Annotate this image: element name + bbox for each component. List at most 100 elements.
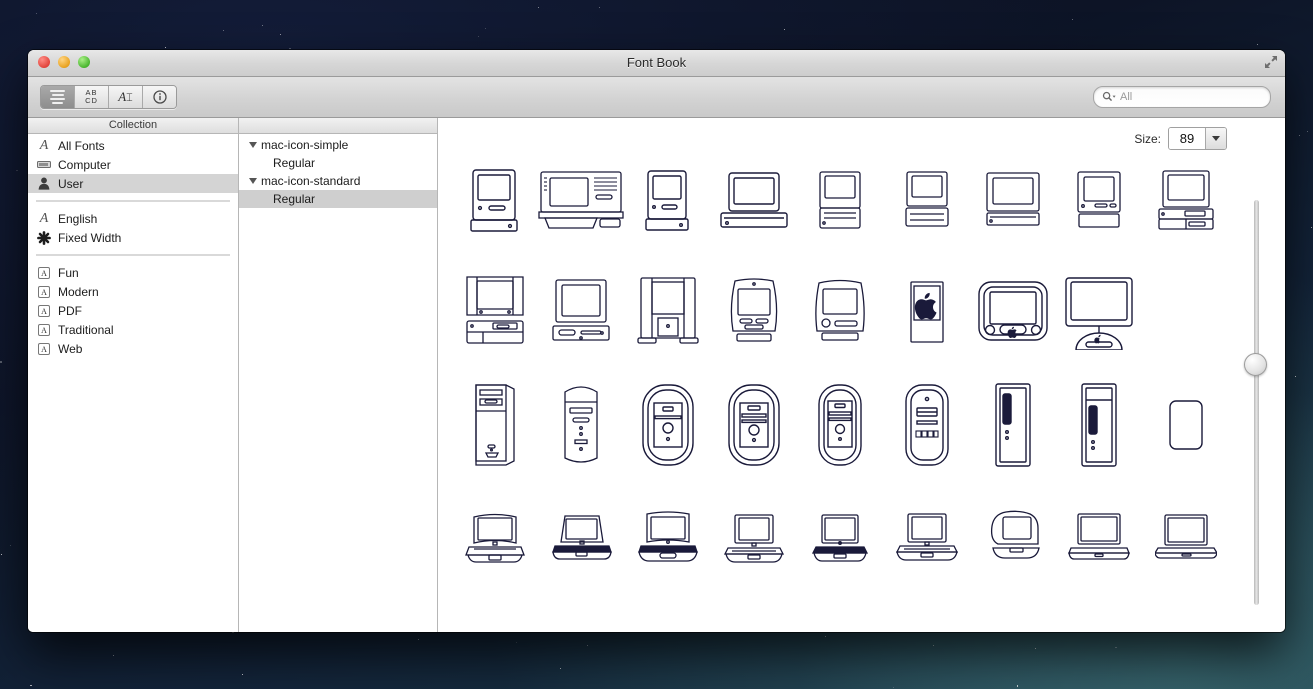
glyph-cell[interactable] [970,380,1056,470]
window-title: Font Book [626,55,687,70]
size-field[interactable]: 89 [1168,127,1227,150]
sidebar-item-label: Computer [58,157,111,172]
svg-text:A: A [41,288,47,297]
glyph-cell[interactable] [1056,268,1142,358]
glyph-cell[interactable] [970,492,1056,582]
sidebar-item-computer[interactable]: Computer [28,155,238,174]
script-a-icon: A [39,210,49,226]
size-control[interactable]: Size: 89 [1134,127,1227,150]
collection-list[interactable]: A All Fonts Computer User A English Fixe… [28,134,238,632]
size-label: Size: [1134,131,1161,146]
svg-text:A: A [41,345,47,354]
disclosure-triangle-icon[interactable] [249,142,257,148]
font-list-panel: mac-icon-simple Regular mac-icon-standar… [239,118,438,632]
sidebar-divider [36,254,230,256]
sidebar-item-all-fonts[interactable]: A All Fonts [28,136,238,155]
glyph-cell[interactable] [797,156,883,246]
search-icon [1102,91,1116,103]
glyph-cell[interactable] [970,156,1056,246]
glyph-cell[interactable] [797,492,883,582]
glyph-cell[interactable] [452,380,538,470]
size-slider-track[interactable] [1254,200,1259,605]
glyph-cell[interactable] [625,380,711,470]
fullscreen-icon[interactable] [1263,54,1279,70]
window-titlebar[interactable]: Font Book [28,50,1285,77]
sidebar-item-web[interactable]: A Web [28,339,238,358]
glyph-grid-area[interactable] [438,152,1285,632]
glyph-cell[interactable] [538,156,625,246]
glyph-cell[interactable] [884,492,970,582]
boxed-a-icon: A [36,266,52,279]
glyph-cell[interactable] [1056,156,1142,246]
close-button[interactable] [38,56,50,68]
font-list[interactable]: mac-icon-simple Regular mac-icon-standar… [239,134,437,632]
glyph-cell[interactable] [625,492,711,582]
glyph-cell[interactable] [970,268,1056,358]
glyph-cell[interactable] [1056,492,1142,582]
glyph-cell[interactable] [884,156,970,246]
search-input[interactable]: All [1093,86,1271,108]
script-a-icon: A [39,137,49,153]
glyph-cell[interactable] [452,268,538,358]
abcd-bottom: CD [85,96,98,105]
glyph-cell[interactable] [1143,492,1229,582]
glyph-cell[interactable] [538,268,624,358]
font-face-label: Regular [273,156,316,170]
size-dropdown-button[interactable] [1205,128,1226,149]
sidebar-item-english[interactable]: A English [28,209,238,228]
svg-text:A: A [41,326,47,335]
sidebar-item-modern[interactable]: A Modern [28,282,238,301]
font-face-row[interactable]: Regular [239,154,437,172]
glyph-cell[interactable] [1056,380,1142,470]
view-mode-segmented-control[interactable]: AB CD A⌶ [40,85,177,109]
glyph-cell[interactable] [625,156,711,246]
glyph-cell[interactable] [711,156,797,246]
a-cursor-icon: A⌶ [118,88,133,104]
glyph-cell[interactable] [797,268,883,358]
minimize-button[interactable] [58,56,70,68]
glyph-cell[interactable] [884,380,970,470]
sidebar-divider [36,200,230,202]
collection-sidebar: Collection A All Fonts Computer User A E… [28,118,239,632]
glyph-cell[interactable] [711,492,797,582]
glyph-cell[interactable] [538,380,624,470]
segment-repertoire-view[interactable]: A⌶ [109,86,143,108]
window-traffic-lights [38,56,90,68]
glyph-cell[interactable] [884,268,970,358]
window-content: Collection A All Fonts Computer User A E… [28,118,1285,632]
disclosure-triangle-icon[interactable] [249,178,257,184]
sidebar-item-pdf[interactable]: A PDF [28,301,238,320]
zoom-button[interactable] [78,56,90,68]
size-slider-knob[interactable] [1244,353,1267,376]
segment-sample-view[interactable]: AB CD [75,86,109,108]
glyph-cell[interactable] [1143,156,1229,246]
font-family-label: mac-icon-simple [261,138,349,152]
boxed-a-icon: A [36,342,52,355]
boxed-a-icon: A [36,285,52,298]
segment-list-view[interactable] [41,86,75,108]
chevron-down-icon [1212,136,1220,141]
main-toolbar: AB CD A⌶ All [28,77,1285,118]
font-face-row-selected[interactable]: Regular [239,190,437,208]
sidebar-item-fun[interactable]: A Fun [28,263,238,282]
svg-text:A: A [41,307,47,316]
info-circle-icon [152,90,167,104]
glyph-cell[interactable] [711,380,797,470]
glyph-cell[interactable] [625,268,711,358]
font-family-row[interactable]: mac-icon-simple [239,136,437,154]
glyph-cell[interactable] [711,268,797,358]
font-family-row[interactable]: mac-icon-standard [239,172,437,190]
glyph-cell[interactable] [452,156,538,246]
list-lines-icon [50,90,65,104]
computer-icon [36,160,52,170]
collection-column-header: Collection [28,118,238,134]
sidebar-item-fixed-width[interactable]: Fixed Width [28,228,238,247]
sidebar-item-user[interactable]: User [28,174,238,193]
size-value[interactable]: 89 [1169,128,1205,149]
glyph-cell[interactable] [538,492,624,582]
glyph-cell[interactable] [1143,380,1229,470]
glyph-cell[interactable] [452,492,538,582]
segment-info-view[interactable] [143,86,176,108]
sidebar-item-traditional[interactable]: A Traditional [28,320,238,339]
glyph-cell[interactable] [797,380,883,470]
